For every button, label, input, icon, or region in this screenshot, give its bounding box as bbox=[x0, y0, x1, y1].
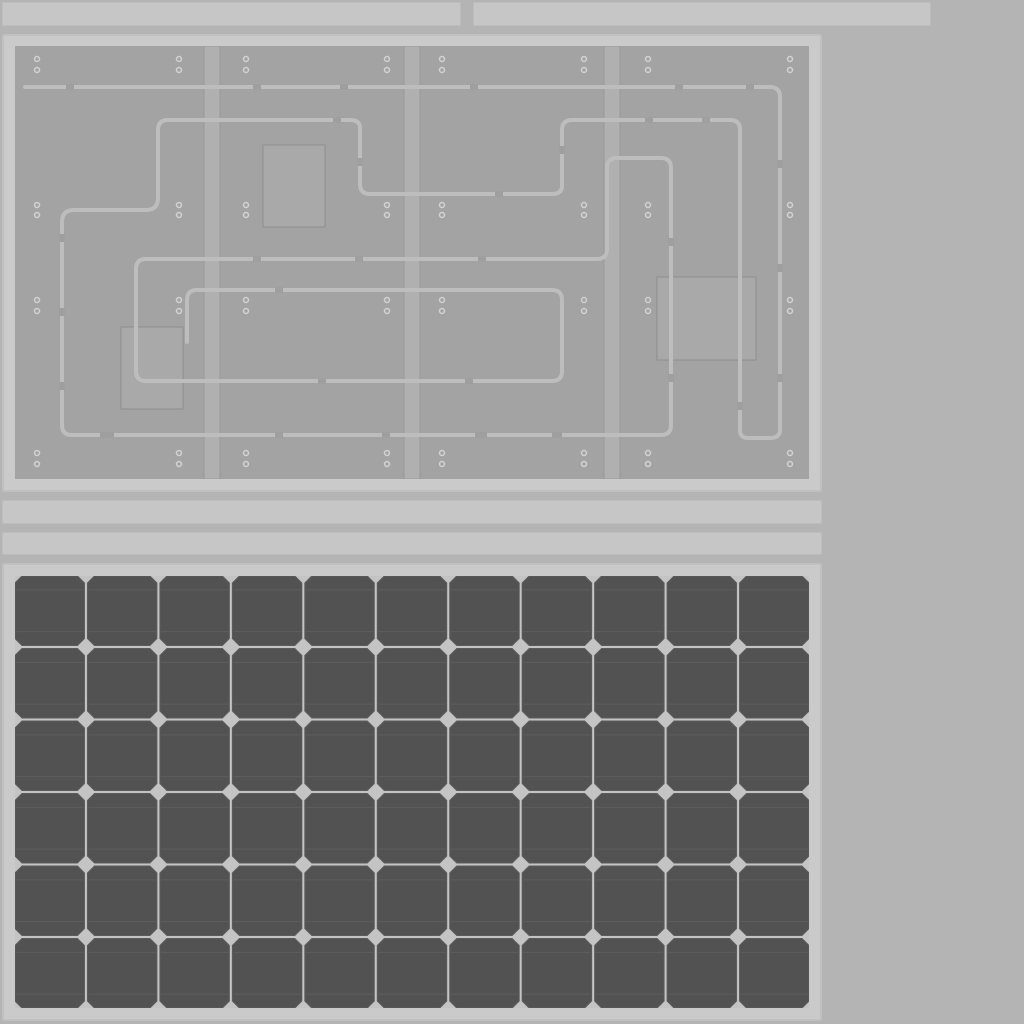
solar-cell bbox=[304, 720, 375, 791]
solar-cell bbox=[159, 938, 230, 1008]
solar-cell bbox=[666, 576, 738, 646]
solar-cell bbox=[739, 938, 809, 1008]
solar-cell bbox=[86, 720, 158, 791]
solar-cell bbox=[449, 938, 520, 1008]
solar-cell bbox=[666, 648, 738, 719]
top-strip-right bbox=[473, 2, 931, 26]
solar-cell bbox=[376, 648, 448, 719]
solar-cell bbox=[15, 865, 85, 936]
solar-cell bbox=[86, 865, 158, 936]
back-panel-drawing bbox=[23, 46, 794, 479]
solar-cell bbox=[159, 576, 230, 646]
solar-cell bbox=[15, 793, 85, 864]
top-strip-left bbox=[2, 2, 461, 26]
solar-cell bbox=[304, 865, 375, 936]
solar-cell bbox=[159, 865, 230, 936]
solar-cell bbox=[521, 648, 593, 719]
solar-cell-grid bbox=[15, 576, 809, 1008]
solar-cell bbox=[86, 648, 158, 719]
solar-cell bbox=[666, 720, 738, 791]
back-panel-plate bbox=[15, 46, 809, 479]
solar-cell bbox=[594, 865, 665, 936]
solar-cell bbox=[449, 720, 520, 791]
middle-strip-lower bbox=[2, 532, 822, 555]
solar-cell bbox=[15, 648, 85, 719]
solar-cell bbox=[521, 576, 593, 646]
solar-cell bbox=[376, 865, 448, 936]
solar-cell bbox=[15, 938, 85, 1008]
solar-cell bbox=[521, 865, 593, 936]
solar-cell bbox=[86, 938, 158, 1008]
solar-cell bbox=[594, 793, 665, 864]
solar-cell bbox=[594, 576, 665, 646]
solar-cell bbox=[449, 793, 520, 864]
solar-cell bbox=[304, 648, 375, 719]
solar-cell bbox=[376, 793, 448, 864]
solar-cell bbox=[521, 720, 593, 791]
solar-cell-drawing bbox=[15, 576, 809, 1008]
solar-cell bbox=[304, 938, 375, 1008]
solar-cell bbox=[159, 720, 230, 791]
solar-cell bbox=[739, 865, 809, 936]
solar-cell bbox=[594, 648, 665, 719]
solar-cell bbox=[15, 720, 85, 791]
solar-cell bbox=[449, 576, 520, 646]
solar-cell bbox=[739, 793, 809, 864]
solar-cell bbox=[666, 793, 738, 864]
solar-cell bbox=[449, 865, 520, 936]
solar-cell bbox=[86, 793, 158, 864]
solar-cell bbox=[15, 576, 85, 646]
solar-cell bbox=[231, 793, 303, 864]
solar-cell bbox=[739, 648, 809, 719]
middle-strip-upper bbox=[2, 500, 822, 524]
solar-cell bbox=[86, 576, 158, 646]
mounting-rails bbox=[203, 46, 621, 479]
solar-cell bbox=[231, 648, 303, 719]
solar-cell bbox=[449, 648, 520, 719]
solar-cell bbox=[304, 793, 375, 864]
solar-cell bbox=[231, 865, 303, 936]
solar-cell bbox=[376, 576, 448, 646]
solar-cell bbox=[521, 938, 593, 1008]
solar-cell bbox=[159, 648, 230, 719]
solar-cell bbox=[376, 720, 448, 791]
solar-cell bbox=[231, 720, 303, 791]
solar-cell bbox=[594, 720, 665, 791]
solar-cell bbox=[304, 576, 375, 646]
solar-cell bbox=[231, 576, 303, 646]
solar-cell bbox=[159, 793, 230, 864]
solar-cell bbox=[666, 865, 738, 936]
solar-cell bbox=[376, 938, 448, 1008]
solar-cell bbox=[666, 938, 738, 1008]
solar-cell bbox=[739, 576, 809, 646]
solar-cell bbox=[594, 938, 665, 1008]
solar-cell bbox=[231, 938, 303, 1008]
solar-cell bbox=[521, 793, 593, 864]
solar-cell bbox=[739, 720, 809, 791]
